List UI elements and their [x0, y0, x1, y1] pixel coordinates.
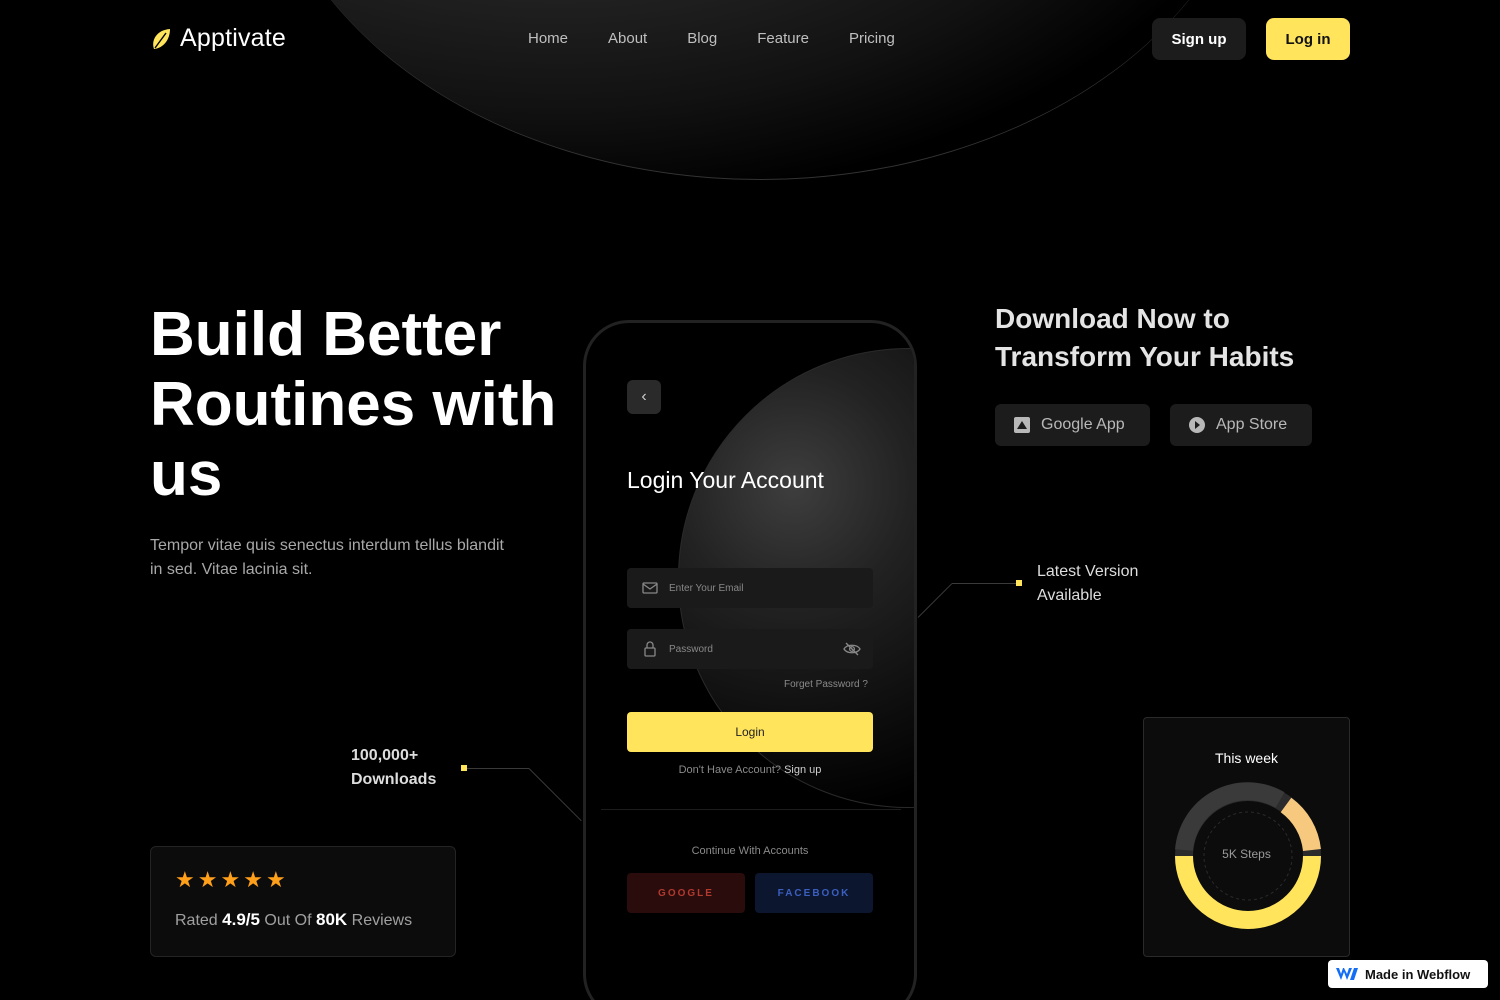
app-store-button[interactable]: App Store [1170, 404, 1312, 446]
this-week-title: This week [1214, 750, 1279, 766]
rating-suffix: Reviews [351, 912, 413, 929]
password-input[interactable] [669, 629, 839, 669]
brand-logo[interactable]: Apptivate [150, 24, 286, 53]
rating-text: Rated 4.9/5 Out Of 80K Reviews [175, 910, 412, 930]
nav-link-pricing[interactable]: Pricing [849, 30, 895, 47]
google-app-label: Google App [1041, 416, 1125, 433]
downloads-callout: 100,000+ Downloads [351, 744, 461, 792]
email-field[interactable] [627, 568, 873, 608]
mail-icon [642, 582, 658, 594]
facebook-login-button[interactable]: FACEBOOK [755, 873, 873, 913]
rating-card: ★ ★ ★ ★ ★ Rated 4.9/5 Out Of 80K Reviews [150, 846, 456, 957]
google-login-button[interactable]: GOOGLE [627, 873, 745, 913]
nav-link-blog[interactable]: Blog [687, 30, 717, 47]
login-title: Login Your Account [627, 467, 824, 493]
nav-link-home[interactable]: Home [528, 30, 568, 47]
divider [601, 809, 901, 810]
brand-name: Apptivate [180, 24, 287, 52]
callout-dot [1016, 580, 1022, 586]
downloads-callout-text: 100,000+ Downloads [351, 747, 437, 788]
webflow-badge-label: Made in Webflow [1365, 966, 1471, 982]
signup-link[interactable]: Sign up [784, 764, 821, 776]
chevron-left-icon: ‹ [641, 388, 647, 405]
star-rating: ★ ★ ★ ★ ★ [175, 869, 286, 891]
star-icon: ★ [243, 867, 263, 892]
google-play-icon [1014, 417, 1030, 433]
webflow-logo-icon [1336, 968, 1358, 980]
lock-icon [644, 641, 656, 657]
google-app-button[interactable]: Google App [995, 404, 1150, 446]
download-now-title: Download Now to Transform Your Habits [995, 303, 1295, 372]
callout-line [917, 583, 953, 618]
rating-score: 4.9/5 [222, 910, 260, 929]
login-button[interactable]: Log in [1266, 18, 1350, 60]
no-account-label: Don't Have Account? [678, 764, 781, 776]
nav-links: Home About Blog Feature Pricing [528, 30, 895, 47]
rating-middle: Out Of [264, 912, 312, 929]
top-nav: Apptivate Home About Blog Feature Pricin… [150, 18, 1350, 60]
signup-button[interactable]: Sign up [1152, 18, 1246, 60]
star-icon: ★ [175, 867, 195, 892]
back-button[interactable]: ‹ [627, 380, 661, 414]
phone-mockup: ‹ Login Your Account Forget Password ? L… [583, 320, 917, 1000]
rating-count: 80K [316, 910, 348, 929]
star-icon: ★ [220, 867, 241, 892]
leaf-icon [153, 28, 170, 49]
nav-link-about[interactable]: About [608, 30, 647, 47]
callout-line [952, 583, 1016, 584]
app-store-label: App Store [1216, 416, 1288, 433]
rating-prefix: Rated [175, 912, 218, 929]
star-icon: ★ [265, 867, 286, 892]
eye-off-icon[interactable] [843, 641, 861, 657]
password-field[interactable] [627, 629, 873, 669]
hero-title: Build Better Routines with us [150, 300, 557, 509]
star-icon: ★ [197, 867, 218, 892]
email-input[interactable] [669, 568, 839, 608]
callout-line [528, 768, 582, 822]
latest-version-callout: Latest Version Available [1037, 563, 1139, 604]
continue-with-accounts: Continue With Accounts [691, 845, 809, 857]
phone-login-button[interactable]: Login [627, 712, 873, 752]
steps-label: 5K Steps [1222, 847, 1271, 861]
nav-link-feature[interactable]: Feature [757, 30, 809, 47]
no-account-text: Don't Have Account? Sign up [586, 764, 914, 776]
callout-line [467, 768, 529, 769]
made-in-webflow-badge[interactable]: Made in Webflow [1328, 960, 1488, 988]
this-week-card: This week 5K Steps [1143, 717, 1350, 957]
hero-subtitle: Tempor vitae quis senectus interdum tell… [150, 537, 504, 578]
app-store-icon [1189, 417, 1205, 433]
forgot-password-link[interactable]: Forget Password ? [784, 679, 868, 690]
